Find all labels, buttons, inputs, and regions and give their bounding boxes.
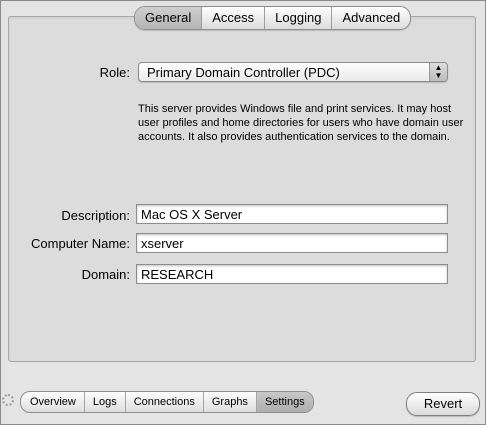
- bottom-tab-bar: Overview Logs Connections Graphs Setting…: [20, 391, 314, 413]
- role-select[interactable]: Primary Domain Controller (PDC) ▲ ▼: [138, 62, 448, 82]
- tab-settings[interactable]: Settings: [255, 392, 313, 412]
- tab-general[interactable]: General: [135, 7, 202, 29]
- tab-graphs[interactable]: Graphs: [202, 392, 256, 412]
- updown-arrows-icon: ▲ ▼: [429, 63, 447, 81]
- tab-logging[interactable]: Logging: [264, 7, 331, 29]
- revert-button[interactable]: Revert: [406, 392, 480, 416]
- tab-overview[interactable]: Overview: [21, 392, 84, 412]
- computer-name-field[interactable]: xserver: [136, 233, 448, 253]
- domain-field[interactable]: RESEARCH: [136, 264, 448, 284]
- role-description: This server provides Windows file and pr…: [138, 103, 464, 143]
- computer-name-label: Computer Name:: [31, 236, 130, 251]
- description-field[interactable]: Mac OS X Server: [136, 204, 448, 224]
- top-tab-bar: General Access Logging Advanced: [134, 6, 412, 30]
- tab-logs[interactable]: Logs: [83, 392, 125, 412]
- description-label: Description:: [61, 208, 130, 223]
- progress-spinner-icon: [2, 394, 14, 406]
- tab-advanced[interactable]: Advanced: [331, 7, 410, 29]
- tab-access[interactable]: Access: [201, 7, 264, 29]
- domain-label: Domain:: [81, 267, 130, 282]
- role-label: Role:: [99, 65, 130, 80]
- tab-connections[interactable]: Connections: [124, 392, 203, 412]
- role-select-value: Primary Domain Controller (PDC): [147, 65, 340, 80]
